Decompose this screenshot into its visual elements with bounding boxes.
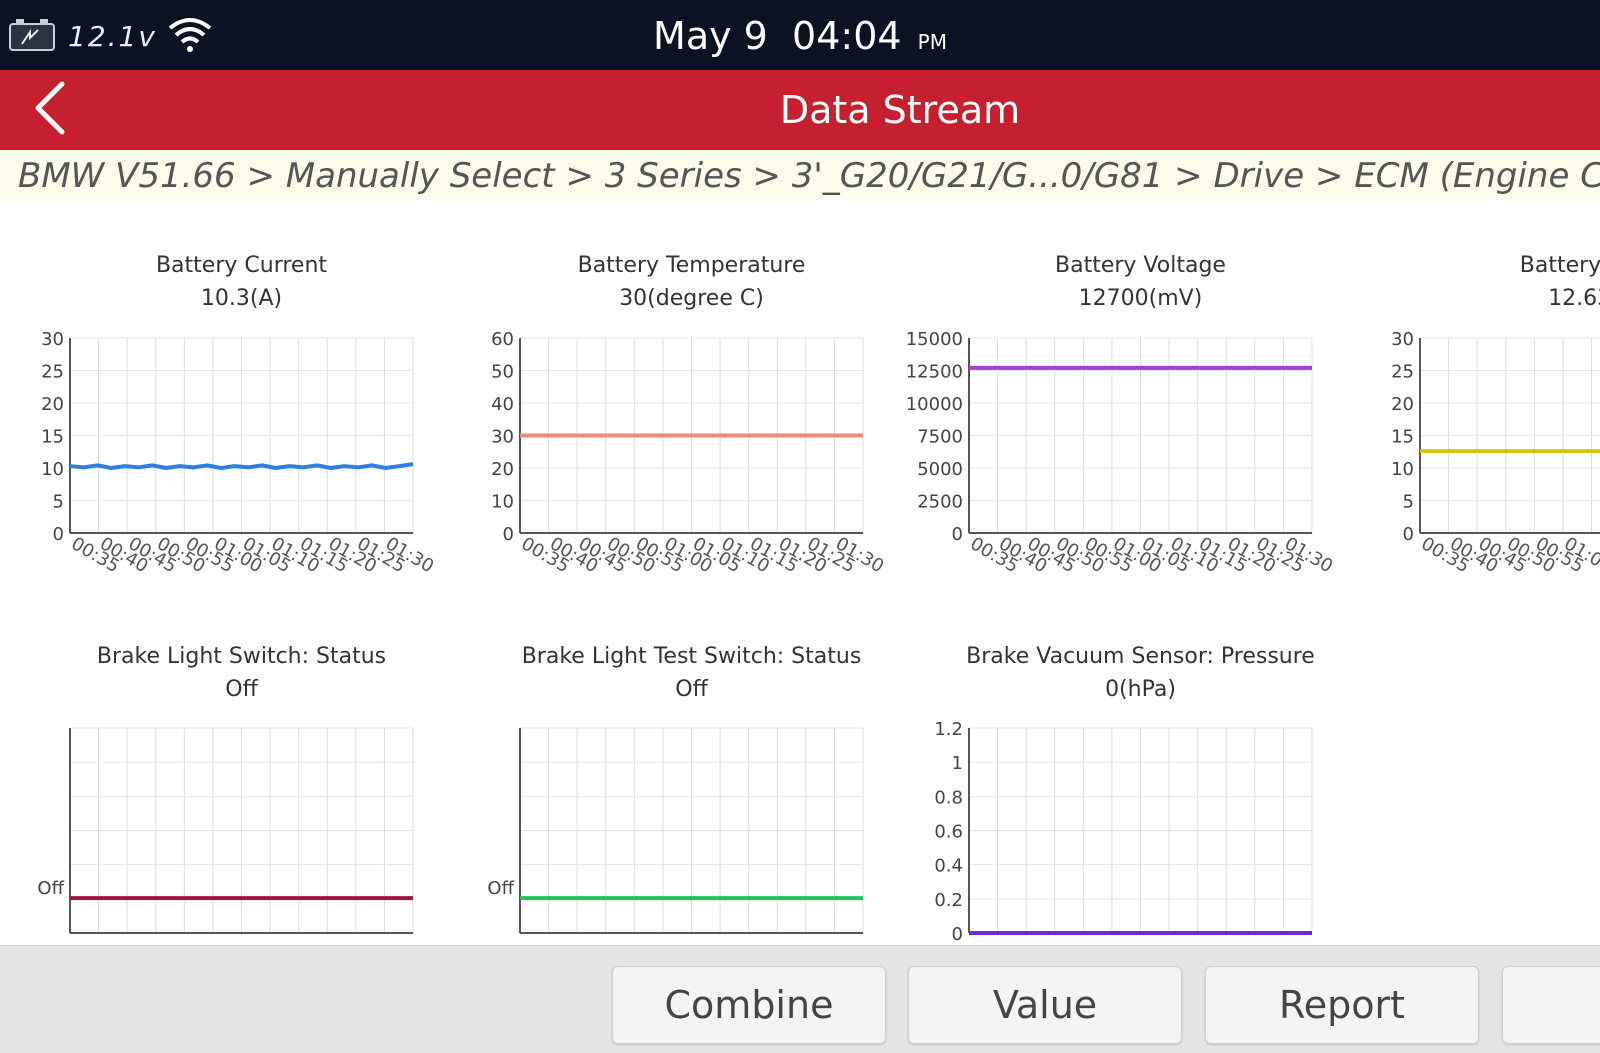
chart-5-title: Brake Light Switch: Status: [97, 644, 386, 669]
chart-6-value: Off: [675, 677, 708, 702]
chart-7-value: 0(hPa): [1105, 677, 1176, 702]
chart-1-y-tick-label: 15: [41, 427, 64, 448]
chart-2-y-tick-label: 40: [491, 394, 514, 415]
charts-canvas: Battery Current10.3(A)05101520253000:350…: [37, 253, 1600, 945]
chart-4-y-tick-label: 15: [1391, 427, 1414, 448]
report-button[interactable]: Report: [1205, 966, 1479, 1044]
status-datetime: May 9 04:04 PM: [0, 14, 1600, 58]
chart-7-y-tick-label: 1: [952, 753, 963, 774]
chart-2-y-tick-label: 10: [491, 492, 514, 513]
value-button[interactable]: Value: [908, 966, 1182, 1044]
chart-1-y-tick-label: 20: [41, 394, 64, 415]
chart-1-y-tick-label: 5: [53, 492, 64, 513]
chart-3-y-tick-label: 0: [952, 524, 963, 545]
page-title: Data Stream: [779, 88, 1021, 132]
status-ampm: PM: [917, 30, 947, 54]
status-date: May 9: [653, 14, 768, 58]
chart-4-y-tick-label: 0: [1403, 524, 1414, 545]
chart-4-y-tick-label: 10: [1391, 459, 1414, 480]
chart-2-y-tick-label: 60: [491, 329, 514, 350]
chart-6-y-tick-label: Off: [487, 878, 514, 899]
chart-3-y-tick-label: 5000: [917, 459, 963, 480]
chart-4-y-tick-label: 5: [1403, 492, 1414, 513]
chart-2-y-tick-label: 0: [503, 524, 514, 545]
chart-4-y-tick-label: 30: [1391, 329, 1414, 350]
chart-3-y-tick-label: 10000: [906, 394, 963, 415]
chart-1-value: 10.3(A): [201, 286, 282, 311]
chart-7-y-tick-label: 0.4: [934, 856, 963, 877]
status-time: 04:04: [792, 14, 902, 58]
status-bar: 12.1v May 9 04:04 PM: [0, 0, 1600, 70]
chart-7-y-tick-label: 0: [952, 924, 963, 945]
chart-6-title: Brake Light Test Switch: Status: [522, 644, 862, 669]
chart-4-y-tick-label: 25: [1391, 362, 1414, 383]
title-bar: Data Stream: [0, 70, 1600, 150]
chart-1-y-tick-label: 25: [41, 362, 64, 383]
chart-3-y-tick-label: 12500: [906, 362, 963, 383]
breadcrumb: BMW V51.66 > Manually Select > 3 Series …: [0, 150, 1600, 200]
chart-2-y-tick-label: 20: [491, 459, 514, 480]
chart-7-title: Brake Vacuum Sensor: Pressure: [966, 644, 1315, 669]
chart-1-y-tick-label: 10: [41, 459, 64, 480]
breadcrumb-text: BMW V51.66 > Manually Select > 3 Series …: [18, 156, 1600, 196]
chart-7-y-tick-label: 1.2: [934, 719, 963, 740]
chart-7-y-tick-label: 0.2: [934, 890, 963, 911]
chart-7-y-tick-label: 0.8: [934, 787, 963, 808]
chart-3-value: 12700(mV): [1079, 286, 1203, 311]
combine-button[interactable]: Combine: [612, 966, 886, 1044]
chart-3-y-tick-label: 7500: [917, 427, 963, 448]
chart-4-title: Battery Volta: [1520, 253, 1600, 278]
chart-2-y-tick-label: 50: [491, 362, 514, 383]
app-window: 12.1v May 9 04:04 PM Data Stream BMW V51…: [0, 0, 1600, 1053]
chart-1-y-tick-label: 0: [53, 524, 64, 545]
data-stream-charts[interactable]: Battery Current 10.3(A) 0 5 10 15 20 25 30 00:35 0…: [0, 200, 1600, 945]
chart-7-y-tick-label: 0.6: [934, 822, 963, 843]
chart-2-value: 30(degree C): [619, 286, 764, 311]
chart-2-y-tick-label: 30: [491, 427, 514, 448]
chart-3-y-tick-label: 15000: [906, 329, 963, 350]
chart-4-value: 12.63(V: [1548, 286, 1600, 311]
chart-1-title: Battery Current: [156, 253, 327, 278]
chart-5-value: Off: [225, 677, 258, 702]
bottom-toolbar: Combine Value Report R: [0, 945, 1600, 1053]
chart-1-y-tick-label: 30: [41, 329, 64, 350]
chart-3-title: Battery Voltage: [1055, 253, 1226, 278]
chart-4-y-tick-label: 20: [1391, 394, 1414, 415]
more-button[interactable]: R: [1502, 966, 1600, 1044]
chart-2-title: Battery Temperature: [578, 253, 806, 278]
chart-3-y-tick-label: 2500: [917, 492, 963, 513]
chart-5-y-tick-label: Off: [37, 878, 64, 899]
